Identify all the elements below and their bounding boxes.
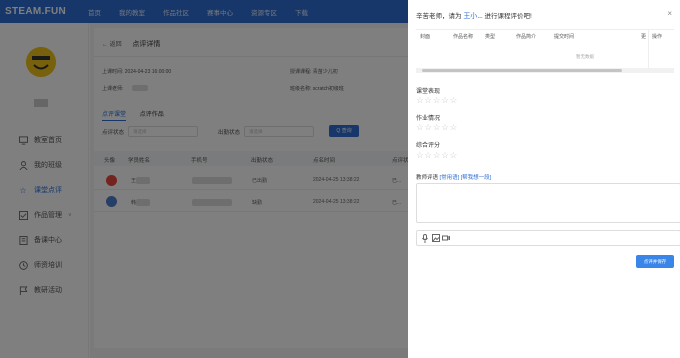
section-homework: 作业情况: [416, 116, 441, 122]
title-prefix: 辛苦老师，请为: [416, 13, 464, 20]
drawer-title: 辛苦老师，请为 王小... 进行课程评价吧!: [416, 10, 532, 21]
col-action: 操作: [652, 34, 663, 40]
save-review-button[interactable]: 点评并保存: [636, 255, 674, 268]
media-toolbar: [416, 230, 680, 246]
comment-textarea[interactable]: [416, 183, 680, 223]
section-overall: 综合评分: [416, 143, 441, 149]
common-phrase-link[interactable]: [常用语]: [440, 175, 460, 181]
col-intro: 作品简介: [516, 34, 537, 40]
empty-text: 暂无数据: [576, 54, 594, 59]
image-icon[interactable]: [432, 234, 440, 244]
fixed-column-divider: [648, 30, 649, 68]
title-suffix: ... 进行课程评价吧!: [477, 13, 532, 20]
col-submit-time: 提交时间: [554, 34, 575, 40]
scrollbar-thumb[interactable]: [422, 69, 622, 72]
close-icon[interactable]: ×: [667, 9, 672, 18]
video-icon[interactable]: [442, 234, 450, 244]
rating-overall[interactable]: ☆☆☆☆☆: [416, 150, 458, 161]
rating-class-performance[interactable]: ☆☆☆☆☆: [416, 95, 458, 106]
help-write-link[interactable]: [帮我想一段]: [461, 175, 492, 181]
col-work-name: 作品名称: [453, 34, 474, 40]
rating-homework[interactable]: ☆☆☆☆☆: [416, 122, 458, 133]
col-type: 类型: [485, 34, 496, 40]
works-table: 封面 作品名称 类型 作品简介 提交时间 更 操作 暂无数据: [416, 29, 674, 73]
student-name: 王小: [463, 13, 478, 20]
microphone-icon[interactable]: [422, 234, 428, 245]
col-update: 更: [641, 34, 647, 40]
modal-overlay[interactable]: [0, 0, 408, 358]
comment-label-row: 教师评语 [常用语] [帮我想一段]: [416, 173, 491, 181]
section-class-performance: 课堂表现: [416, 89, 441, 95]
horizontal-scrollbar[interactable]: [416, 68, 674, 73]
col-cover: 封面: [420, 34, 431, 40]
review-drawer: 辛苦老师，请为 王小... 进行课程评价吧! × 封面 作品名称 类型 作品简介…: [408, 0, 680, 358]
comment-label: 教师评语: [416, 175, 439, 181]
